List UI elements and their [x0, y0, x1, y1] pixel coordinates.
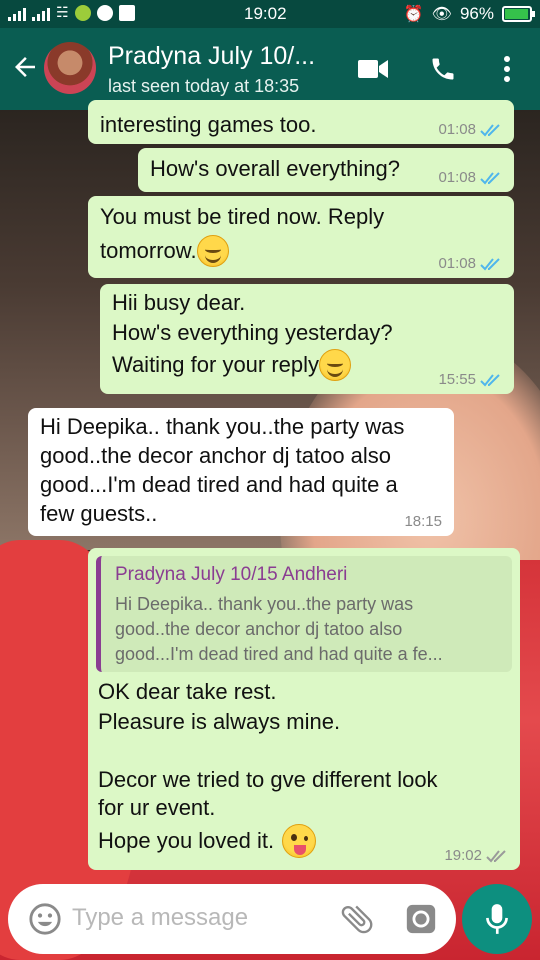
message-text: good..the decor anchor dj tatoo also [40, 443, 392, 468]
messenger-icon [96, 4, 113, 21]
read-ticks-icon [480, 172, 500, 185]
message-time: 01:08 [438, 121, 476, 138]
read-ticks-icon [480, 258, 500, 271]
quoted-text: Hi Deepika.. thank you..the party was [115, 594, 414, 614]
message-text: few guests.. [40, 501, 158, 526]
message-bubble-incoming[interactable]: Hi Deepika.. thank you..the party was go… [28, 408, 454, 536]
wifi-icon: ☵ [56, 4, 69, 20]
voice-call-button[interactable] [426, 52, 460, 86]
status-bar: ☵ 19:02 ⏰ 👁 96% [0, 0, 540, 28]
chat-header: Pradyna July 10/... last seen today at 1… [0, 28, 540, 110]
message-text: Hope you loved it. [98, 828, 275, 853]
quoted-author: Pradyna July 10/15 Andheri [115, 564, 348, 585]
message-text: good...I'm dead tired and had quite a [40, 472, 398, 497]
emoji-icon[interactable] [28, 902, 62, 936]
message-bubble-outgoing[interactable]: Pradyna July 10/15 Andheri Hi Deepika.. … [88, 548, 520, 870]
facebook-icon [118, 4, 135, 21]
battery-icon [502, 6, 535, 22]
paperclip-icon[interactable] [338, 900, 376, 938]
quoted-text: good..the decor anchor dj tatoo also [115, 619, 403, 639]
message-text: Hii busy dear. [112, 290, 246, 315]
message-text: interesting games too. [100, 112, 317, 137]
wink-tongue-emoji-icon [282, 824, 317, 858]
read-ticks-icon [480, 124, 500, 137]
quoted-message[interactable]: Pradyna July 10/15 Andheri Hi Deepika.. … [96, 556, 512, 672]
video-call-icon [358, 60, 388, 78]
smile-emoji-icon [319, 349, 352, 381]
message-input-bar[interactable]: Type a message [8, 884, 456, 954]
app-notification-icon [74, 4, 91, 21]
voice-record-button[interactable] [462, 884, 532, 954]
video-call-button[interactable] [356, 52, 390, 86]
message-bubble-outgoing[interactable]: interesting games too. 01:08 [88, 100, 514, 144]
signal-icon-2 [32, 5, 50, 21]
message-bubble-outgoing[interactable]: You must be tired now. Reply tomorrow. 0… [88, 196, 514, 278]
battery-percent: 96% [459, 4, 494, 23]
avatar[interactable] [44, 42, 96, 94]
message-text: OK dear take rest. [98, 679, 277, 704]
message-time: 18:15 [404, 513, 442, 530]
quoted-text: good...I'm dead tired and had quite a fe… [115, 644, 443, 664]
contact-name[interactable]: Pradyna July 10/... [108, 42, 338, 71]
message-text: You must be tired now. Reply [100, 204, 385, 229]
message-bubble-outgoing[interactable]: How's overall everything? 01:08 [138, 148, 514, 192]
mic-icon [486, 904, 508, 934]
message-text: How's everything yesterday? [112, 320, 393, 345]
smile-emoji-icon [196, 235, 229, 267]
message-input[interactable]: Type a message [72, 904, 248, 932]
clock: 19:02 [244, 4, 287, 23]
signal-icon [8, 5, 26, 21]
delivered-ticks-icon [486, 850, 506, 863]
message-time: 15:55 [438, 371, 476, 388]
message-time: 19:02 [444, 847, 482, 864]
more-vert-icon [504, 56, 510, 82]
message-text: for ur event. [98, 795, 216, 820]
message-text: How's overall everything? [150, 156, 400, 181]
message-time: 01:08 [438, 169, 476, 186]
message-time: 01:08 [438, 255, 476, 272]
eye-icon: 👁 [431, 6, 452, 23]
phone-icon [432, 58, 454, 80]
arrow-back-icon[interactable] [10, 52, 40, 82]
message-text: Pleasure is always mine. [98, 709, 341, 734]
alarm-icon: ⏰ [403, 6, 424, 23]
message-bubble-outgoing[interactable]: Hii busy dear. How's everything yesterda… [100, 284, 514, 394]
camera-icon[interactable] [404, 902, 438, 936]
message-text: Hi Deepika.. thank you..the party was [40, 414, 405, 439]
last-seen-status: last seen today at 18:35 [108, 76, 300, 96]
message-text: Waiting for your reply [112, 352, 320, 377]
read-ticks-icon [480, 374, 500, 387]
more-options-button[interactable] [490, 52, 524, 86]
message-text: tomorrow. [100, 238, 197, 263]
